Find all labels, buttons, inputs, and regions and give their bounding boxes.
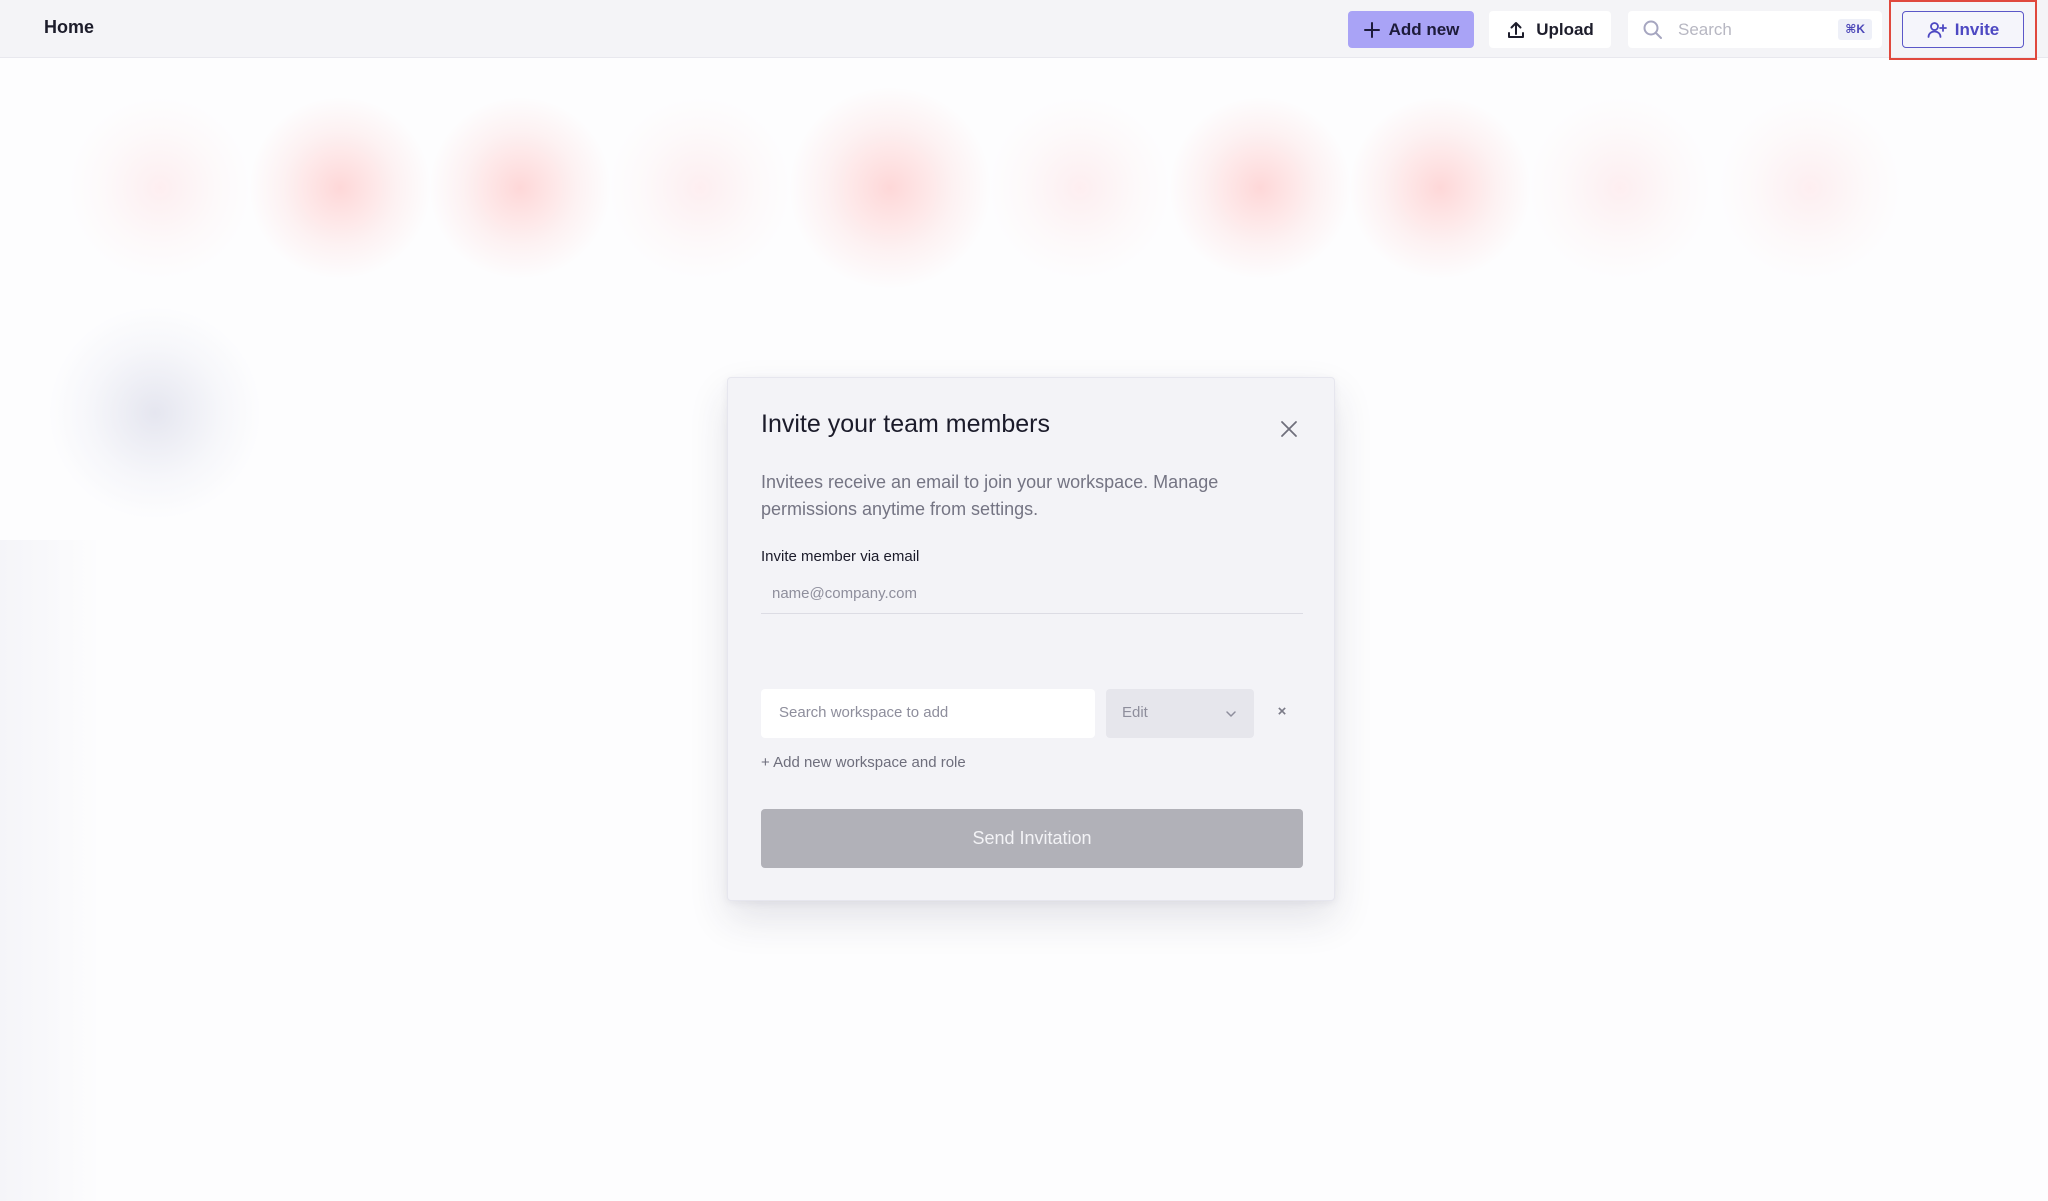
remove-workspace-button[interactable]: ×: [1273, 700, 1291, 724]
upload-icon: [1508, 21, 1525, 38]
add-workspace-link[interactable]: + Add new workspace and role: [761, 754, 966, 771]
blurred-card: [610, 98, 790, 278]
add-new-button[interactable]: Add new: [1348, 11, 1474, 48]
page: Home Add new Upload Search ⌘K Invite Inv…: [0, 0, 2048, 1201]
blurred-sidebar: [0, 540, 96, 1201]
send-invitation-button[interactable]: Send Invitation: [761, 809, 1303, 868]
role-value: Edit: [1122, 704, 1148, 721]
add-user-icon: [1927, 21, 1947, 38]
send-invitation-label: Send Invitation: [972, 828, 1092, 848]
page-title: Home: [44, 17, 95, 37]
blurred-card: [1170, 98, 1350, 278]
blurred-card: [990, 98, 1170, 278]
top-bar: Home Add new Upload Search ⌘K Invite: [0, 0, 2048, 60]
plus-icon: [1363, 21, 1380, 38]
email-field-label: Invite member via email: [761, 548, 920, 565]
email-field[interactable]: name@company.com: [761, 576, 1303, 614]
workspace-placeholder: Search workspace to add: [779, 704, 949, 721]
invite-button[interactable]: Invite: [1902, 11, 2024, 48]
chevron-down-icon: [1226, 711, 1236, 717]
blurred-avatar: [50, 308, 260, 518]
blurred-card: [430, 98, 610, 278]
upload-button[interactable]: Upload: [1489, 11, 1611, 48]
close-icon[interactable]: [1277, 417, 1301, 441]
blurred-card: [250, 98, 430, 278]
invite-label: Invite: [1954, 19, 2000, 39]
blurred-card: [1530, 98, 1710, 278]
search-placeholder: Search: [1678, 20, 1732, 39]
blurred-card: [1720, 98, 1900, 278]
email-placeholder: name@company.com: [772, 585, 918, 602]
role-select[interactable]: Edit: [1106, 689, 1254, 738]
invite-modal: Invite your team members Invitees receiv…: [727, 377, 1335, 901]
upload-label: Upload: [1536, 19, 1594, 39]
add-new-label: Add new: [1388, 19, 1460, 39]
workspace-search-input[interactable]: Search workspace to add: [761, 689, 1095, 738]
search-icon: [1643, 20, 1662, 39]
modal-description: Invitees receive an email to join your w…: [761, 472, 1219, 519]
blurred-card: [1350, 98, 1530, 278]
blurred-card: [70, 98, 250, 278]
blurred-card: [790, 88, 990, 288]
search-input[interactable]: Search ⌘K: [1628, 11, 1882, 48]
search-shortcut-badge: ⌘K: [1838, 19, 1872, 40]
modal-title: Invite your team members: [761, 410, 1050, 438]
